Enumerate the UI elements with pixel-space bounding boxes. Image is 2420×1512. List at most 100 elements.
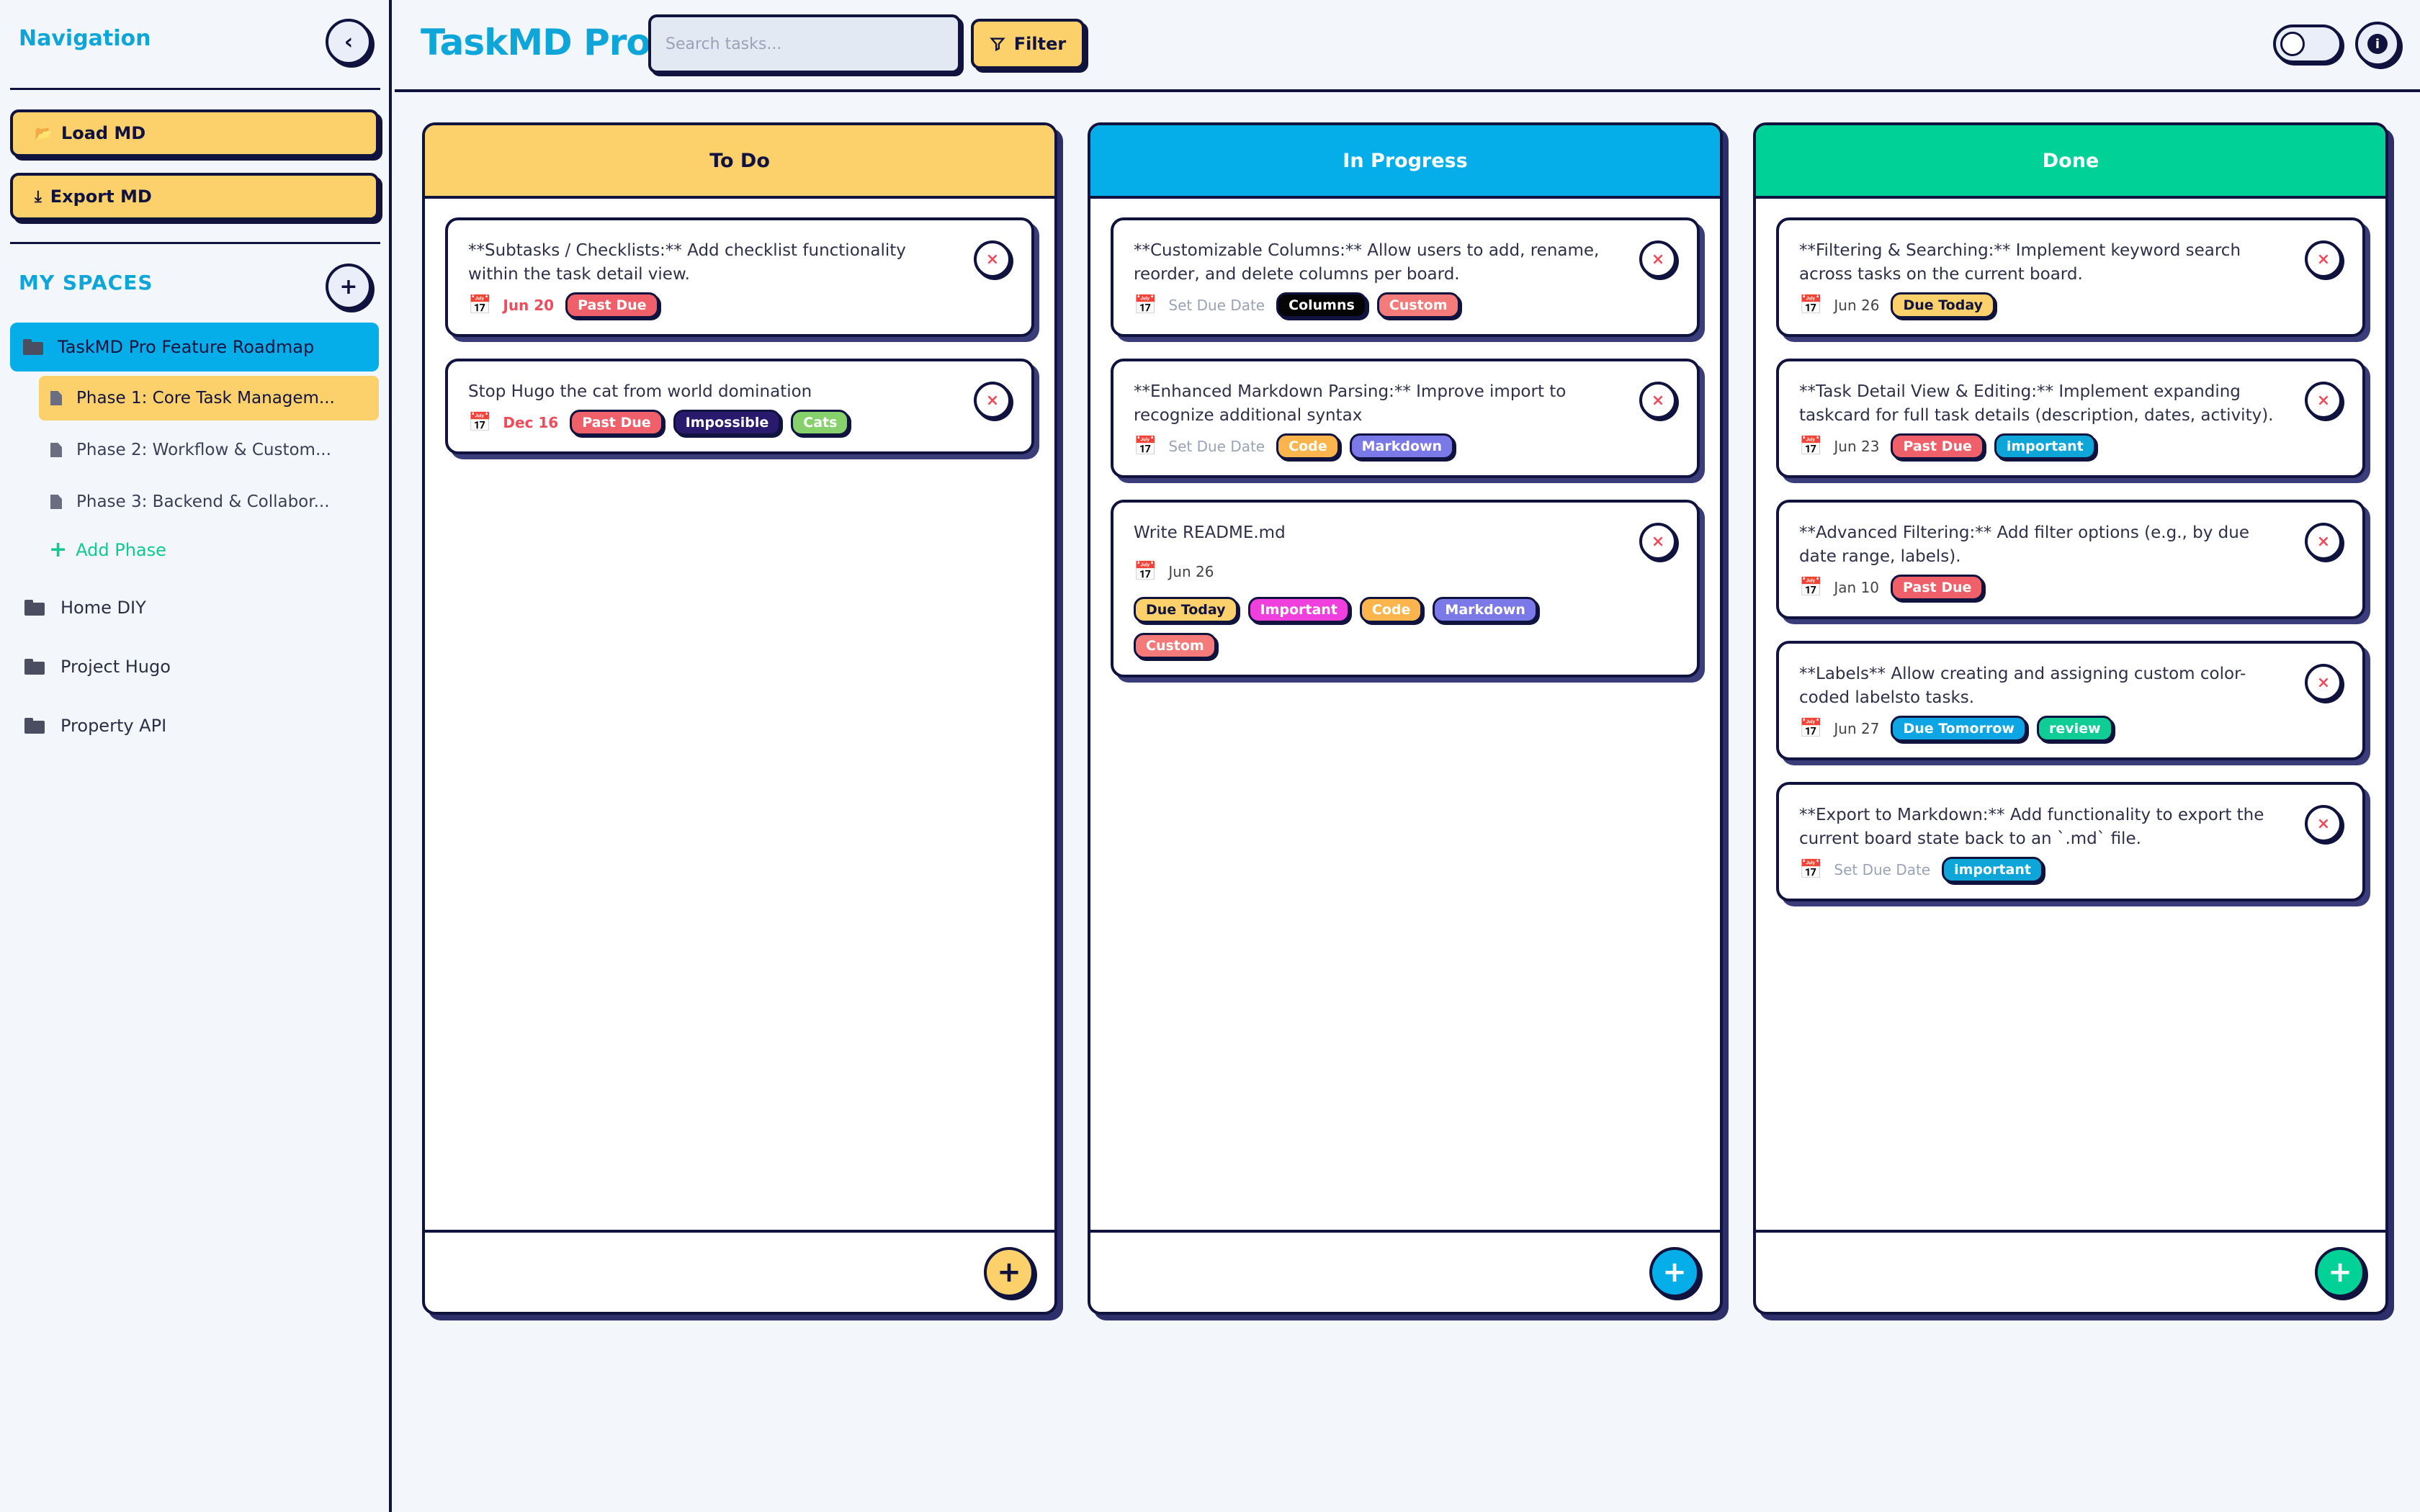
task-card[interactable]: **Labels** Allow creating and assigning … [1776, 641, 2365, 760]
task-text: **Subtasks / Checklists:** Add checklist… [468, 241, 906, 284]
add-task-button[interactable]: + [1649, 1247, 1700, 1297]
delete-task-button[interactable]: × [1639, 240, 1677, 278]
task-card[interactable]: **Export to Markdown:** Add functionalit… [1776, 782, 2365, 901]
calendar-icon[interactable]: 📅 [1799, 719, 1822, 738]
space-label: Home DIY [60, 598, 146, 618]
tag-important[interactable]: important [1994, 433, 2096, 459]
task-text: **Enhanced Markdown Parsing:** Improve i… [1134, 382, 1567, 425]
delete-task-button[interactable]: × [2305, 240, 2342, 278]
space-item-project-hugo[interactable]: Project Hugo [24, 657, 171, 677]
delete-task-button[interactable]: × [1639, 382, 1677, 419]
info-icon: i [2367, 34, 2388, 54]
phase-item-3[interactable]: Phase 3: Backend & Collabor... [39, 480, 379, 524]
calendar-icon[interactable]: 📅 [1134, 562, 1157, 581]
tag-review[interactable]: review [2036, 716, 2113, 742]
phase-item-2[interactable]: Phase 2: Workflow & Custom... [39, 428, 379, 472]
task-card[interactable]: **Advanced Filtering:** Add filter optio… [1776, 500, 2365, 619]
add-space-button[interactable]: + [326, 264, 372, 310]
space-item-home-diy[interactable]: Home DIY [24, 598, 146, 618]
tag-past-due[interactable]: Past Due [570, 410, 663, 436]
folder-open-icon [23, 339, 43, 355]
due-date[interactable]: Dec 16 [503, 414, 558, 431]
tag-past-due[interactable]: Past Due [1891, 433, 1984, 459]
calendar-icon[interactable]: 📅 [1134, 437, 1157, 456]
tag-due-tomorrow[interactable]: Due Tomorrow [1891, 716, 2027, 742]
tag-due-today[interactable]: Due Today [1134, 597, 1238, 623]
task-meta: 📅 Set Due Date important [1799, 857, 2290, 883]
delete-task-button[interactable]: × [974, 382, 1011, 419]
tag-custom[interactable]: Custom [1376, 292, 1460, 318]
delete-task-button[interactable]: × [2305, 523, 2342, 560]
tag-markdown[interactable]: Markdown [1349, 433, 1455, 459]
calendar-icon[interactable]: 📅 [1799, 437, 1822, 456]
task-card[interactable]: Stop Hugo the cat from world domination 📅… [445, 359, 1034, 454]
top-header: TaskMD Pro Filter i [395, 0, 2420, 92]
task-text: **Advanced Filtering:** Add filter optio… [1799, 523, 2249, 566]
tag-past-due[interactable]: Past Due [565, 292, 659, 318]
tag-important[interactable]: important [1942, 857, 2043, 883]
collapse-sidebar-button[interactable]: ‹ [326, 19, 372, 65]
load-md-button[interactable]: 📂 Load MD [10, 109, 379, 157]
info-button[interactable]: i [2355, 22, 2400, 66]
calendar-icon[interactable]: 📅 [1134, 296, 1157, 315]
delete-task-button[interactable]: × [2305, 805, 2342, 842]
export-md-button[interactable]: ⤓ Export MD [10, 173, 379, 220]
calendar-icon[interactable]: 📅 [1799, 860, 1822, 879]
task-card[interactable]: **Task Detail View & Editing:** Implemen… [1776, 359, 2365, 478]
tag-due-today[interactable]: Due Today [1891, 292, 1995, 318]
sidebar-title: Navigation [19, 26, 151, 51]
calendar-icon[interactable]: 📅 [1799, 296, 1822, 315]
tag-list: Code Markdown [1276, 433, 1455, 459]
space-label: Project Hugo [60, 657, 171, 677]
tag-list: Due Today Important Code Markdown Custom [1134, 597, 1625, 659]
tag-list: Columns Custom [1276, 292, 1460, 318]
tag-code[interactable]: Code [1276, 433, 1340, 459]
tag-cats[interactable]: Cats [791, 410, 850, 436]
folder-open-icon: 📂 [35, 125, 53, 142]
theme-toggle[interactable] [2273, 24, 2342, 63]
tag-list: Past Due [565, 292, 659, 318]
due-date[interactable]: Jan 10 [1834, 579, 1879, 596]
add-phase-button[interactable]: + Add Phase [49, 537, 166, 562]
task-card[interactable]: **Enhanced Markdown Parsing:** Improve i… [1111, 359, 1700, 478]
chevron-left-icon: ‹ [344, 29, 354, 55]
tag-list: important [1942, 857, 2043, 883]
phase-item-1[interactable]: Phase 1: Core Task Managem... [39, 376, 379, 420]
due-date[interactable]: Jun 26 [1168, 563, 1214, 580]
tag-custom[interactable]: Custom [1134, 633, 1216, 659]
column-body: **Filtering & Searching:** Implement key… [1756, 199, 2385, 901]
due-date[interactable]: Jun 27 [1834, 720, 1879, 737]
task-card[interactable]: **Customizable Columns:** Allow users to… [1111, 217, 1700, 337]
due-date[interactable]: Jun 23 [1834, 438, 1879, 455]
search-input[interactable] [648, 14, 961, 73]
due-date[interactable]: Jun 26 [1834, 297, 1879, 314]
folder-icon [24, 718, 45, 734]
task-card[interactable]: **Subtasks / Checklists:** Add checklist… [445, 217, 1034, 337]
tag-markdown[interactable]: Markdown [1433, 597, 1538, 623]
filter-button[interactable]: Filter [971, 19, 1085, 69]
tag-columns[interactable]: Columns [1276, 292, 1367, 318]
delete-task-button[interactable]: × [1639, 523, 1677, 560]
due-date[interactable]: Set Due Date [1834, 861, 1930, 878]
tag-important[interactable]: Important [1247, 597, 1350, 623]
due-date[interactable]: Set Due Date [1168, 297, 1265, 314]
add-task-button[interactable]: + [984, 1247, 1034, 1297]
delete-task-button[interactable]: × [2305, 382, 2342, 419]
task-card[interactable]: **Filtering & Searching:** Implement key… [1776, 217, 2365, 337]
delete-task-button[interactable]: × [974, 240, 1011, 278]
delete-task-button[interactable]: × [2305, 664, 2342, 701]
add-task-button[interactable]: + [2315, 1247, 2365, 1297]
tag-impossible[interactable]: Impossible [673, 410, 781, 436]
filter-icon [990, 37, 1005, 52]
calendar-icon[interactable]: 📅 [468, 296, 491, 315]
due-date[interactable]: Set Due Date [1168, 438, 1265, 455]
tag-code[interactable]: Code [1359, 597, 1423, 623]
space-item-active[interactable]: TaskMD Pro Feature Roadmap [10, 323, 379, 372]
task-card[interactable]: Write README.md 📅 Jun 26 Due Today Important… [1111, 500, 1700, 678]
calendar-icon[interactable]: 📅 [468, 413, 491, 432]
due-date[interactable]: Jun 20 [503, 297, 554, 314]
space-item-property-api[interactable]: Property API [24, 716, 166, 736]
sidebar-divider [10, 88, 380, 90]
tag-past-due[interactable]: Past Due [1891, 575, 1984, 600]
calendar-icon[interactable]: 📅 [1799, 578, 1822, 597]
